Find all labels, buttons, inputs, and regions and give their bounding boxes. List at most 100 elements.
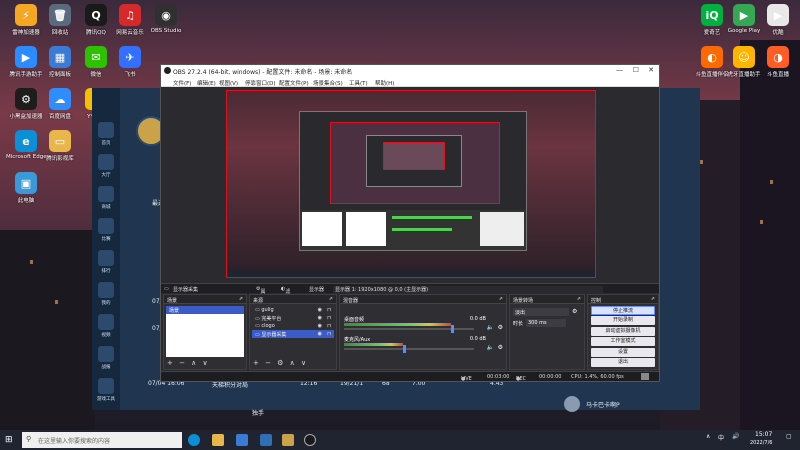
file-explorer-taskbar-icon[interactable]	[212, 434, 224, 446]
desktop-icon[interactable]: ♫ 网易云音乐	[110, 4, 150, 36]
dock-float-icon[interactable]: ⇗	[651, 296, 655, 302]
control-button[interactable]: 开始录制	[591, 316, 655, 325]
lock-icon[interactable]: ⊓	[327, 307, 331, 313]
transition-settings-icon[interactable]: ⚙	[572, 308, 577, 315]
menu-item[interactable]: 停靠窗口(D)	[245, 79, 276, 87]
app-icon: ▶	[15, 46, 37, 68]
sidebar-item-icon[interactable]	[98, 218, 114, 234]
menu-item[interactable]: 配置文件(P)	[279, 79, 309, 87]
app-taskbar-icon[interactable]	[260, 434, 272, 446]
clock-date[interactable]: 2022/7/6	[750, 440, 772, 446]
volume-slider[interactable]	[344, 325, 474, 333]
duration-input[interactable]: 300 ms	[526, 319, 566, 327]
edge-taskbar-icon[interactable]	[188, 434, 200, 446]
live-time: 00:03:00	[487, 374, 510, 380]
sidebar-item-icon[interactable]	[98, 346, 114, 362]
sidebar-item-label: 首页	[101, 141, 111, 146]
menu-item[interactable]: 场景集合(S)	[313, 79, 343, 87]
channel-name: 桌面音频	[344, 317, 365, 323]
store-taskbar-icon[interactable]	[236, 434, 248, 446]
filters-button[interactable]: ◐ 滤镜	[281, 286, 290, 302]
menu-item[interactable]: 编辑(E)	[197, 79, 216, 87]
dock-float-icon[interactable]: ⇗	[577, 296, 581, 302]
dock-float-icon[interactable]: ⇗	[239, 296, 243, 302]
minimize-button[interactable]: —	[616, 66, 623, 74]
notification-icon[interactable]: ▢	[786, 433, 792, 440]
source-item[interactable]: ▭ 完美平台 ◉ ⊓	[252, 314, 334, 322]
obs-window[interactable]: OBS 27.2.4 (64-bit, windows) - 配置文件: 未命名…	[160, 64, 660, 382]
volume-slider-handle[interactable]	[450, 325, 454, 333]
close-button[interactable]: ✕	[648, 66, 654, 74]
visibility-icon[interactable]: ◉	[318, 331, 322, 337]
scenes-list[interactable]: 场景	[166, 306, 244, 357]
visibility-icon[interactable]: ◉	[318, 307, 322, 313]
mixer-channel: 麦克风/Aux 0.0 dB 🔈 ⚙	[340, 336, 506, 356]
control-button[interactable]: 设置	[591, 347, 655, 357]
volume-slider-handle[interactable]	[402, 345, 406, 353]
source-item[interactable]: ▭ clogo ◉ ⊓	[252, 322, 334, 330]
maximize-button[interactable]: ☐	[633, 66, 639, 74]
scenes-header: 场景 ⇗	[164, 295, 246, 304]
speaker-icon[interactable]: 🔈	[487, 344, 494, 351]
source-item[interactable]: ▭ gulig ◉ ⊓	[252, 306, 334, 314]
menu-item[interactable]: 文件(F)	[173, 79, 191, 87]
preview-area[interactable]	[161, 87, 659, 283]
sidebar-item-icon[interactable]	[98, 154, 114, 170]
wallpaper-window	[760, 220, 763, 224]
desktop-icon[interactable]: ✈ 飞书	[110, 46, 150, 78]
taskbar-search[interactable]: ⚲ 在这里输入你要搜索的内容	[22, 432, 182, 448]
sources-footer[interactable]: + − ⚙ ∧ ∨	[253, 359, 308, 367]
menu-item[interactable]: 工具(T)	[349, 79, 368, 87]
properties-button[interactable]: ⚙ 属性	[256, 286, 266, 302]
desktop-icon[interactable]: 🗑 回收站	[40, 4, 80, 36]
sidebar-item-icon[interactable]	[98, 378, 114, 394]
wallpaper-building	[740, 40, 800, 430]
menu-item[interactable]: 视图(V)	[219, 79, 238, 87]
control-button[interactable]: 工作室模式	[591, 337, 655, 346]
menu-item[interactable]: 帮助(H)	[375, 79, 394, 87]
sidebar-item-icon[interactable]	[98, 122, 114, 138]
tray-lang[interactable]: 中	[718, 433, 724, 442]
control-button[interactable]: 退出	[591, 358, 655, 367]
sidebar-item-icon[interactable]	[98, 314, 114, 330]
desktop-icon[interactable]: ▦ 控制面板	[40, 46, 80, 78]
desktop-icon[interactable]: ◑ 斗鱼直播	[758, 46, 798, 78]
speaker-icon[interactable]: 🔈	[487, 324, 494, 331]
lock-icon[interactable]: ⊓	[327, 315, 331, 321]
scene-item[interactable]: 场景	[166, 306, 244, 314]
source-item[interactable]: ▭ 显示器采集 ◉ ⊓	[252, 330, 334, 338]
scenes-footer[interactable]: + − ∧ ∨	[167, 359, 210, 367]
clock-time[interactable]: 15:07	[755, 431, 772, 438]
desktop-icon[interactable]: ▣ 此电脑	[6, 172, 46, 204]
user-name[interactable]: 马卡巴卡啊P	[586, 400, 620, 409]
title-bar[interactable]: OBS 27.2.4 (64-bit, windows) - 配置文件: 未命名…	[161, 65, 659, 77]
lock-icon[interactable]: ⊓	[327, 331, 331, 337]
dock-float-icon[interactable]: ⇗	[329, 296, 333, 302]
desktop-icon[interactable]: ◉ OBS Studio	[146, 4, 186, 34]
transition-select[interactable]: 淡出	[513, 308, 569, 316]
dock-float-icon[interactable]: ⇗	[499, 296, 503, 302]
sidebar-item-icon[interactable]	[98, 186, 114, 202]
control-button[interactable]: 启动虚拟摄像机	[591, 326, 655, 336]
windows-start-icon[interactable]: ⊞	[5, 435, 13, 445]
obs-taskbar-icon[interactable]	[304, 434, 316, 446]
tray-caret-icon[interactable]: ∧	[706, 433, 710, 440]
game-taskbar-icon[interactable]	[282, 434, 294, 446]
visibility-icon[interactable]: ◉	[318, 323, 322, 329]
volume-icon[interactable]: 🔊	[732, 433, 739, 440]
sidebar-item-icon[interactable]	[98, 282, 114, 298]
control-button[interactable]: 停止推流	[591, 305, 655, 315]
channel-settings-icon[interactable]: ⚙	[498, 324, 503, 331]
display-select[interactable]: 显示器 1: 1920x1080 @ 0,0 (主显示器)	[333, 286, 603, 293]
visibility-icon[interactable]: ◉	[318, 315, 322, 321]
sidebar-item-label: 商城	[101, 205, 111, 210]
desktop-icon[interactable]: ▭ 腾讯影视库	[40, 130, 80, 162]
volume-slider[interactable]	[344, 345, 474, 353]
channel-settings-icon[interactable]: ⚙	[498, 344, 503, 351]
sources-dock: 来源 ⇗ ▭ gulig ◉ ⊓ ▭ 完美平台 ◉ ⊓ ▭ clogo ◉ ⊓ ▭ 显示器采集 ◉ ⊓ …	[249, 294, 337, 370]
preview-canvas[interactable]	[226, 90, 596, 278]
sidebar-item-icon[interactable]	[98, 250, 114, 266]
desktop-icon[interactable]: ▶ 优酷	[758, 4, 798, 36]
lock-icon[interactable]: ⊓	[327, 323, 331, 329]
desktop-icon[interactable]: ☁ 百度网盘	[40, 88, 80, 120]
